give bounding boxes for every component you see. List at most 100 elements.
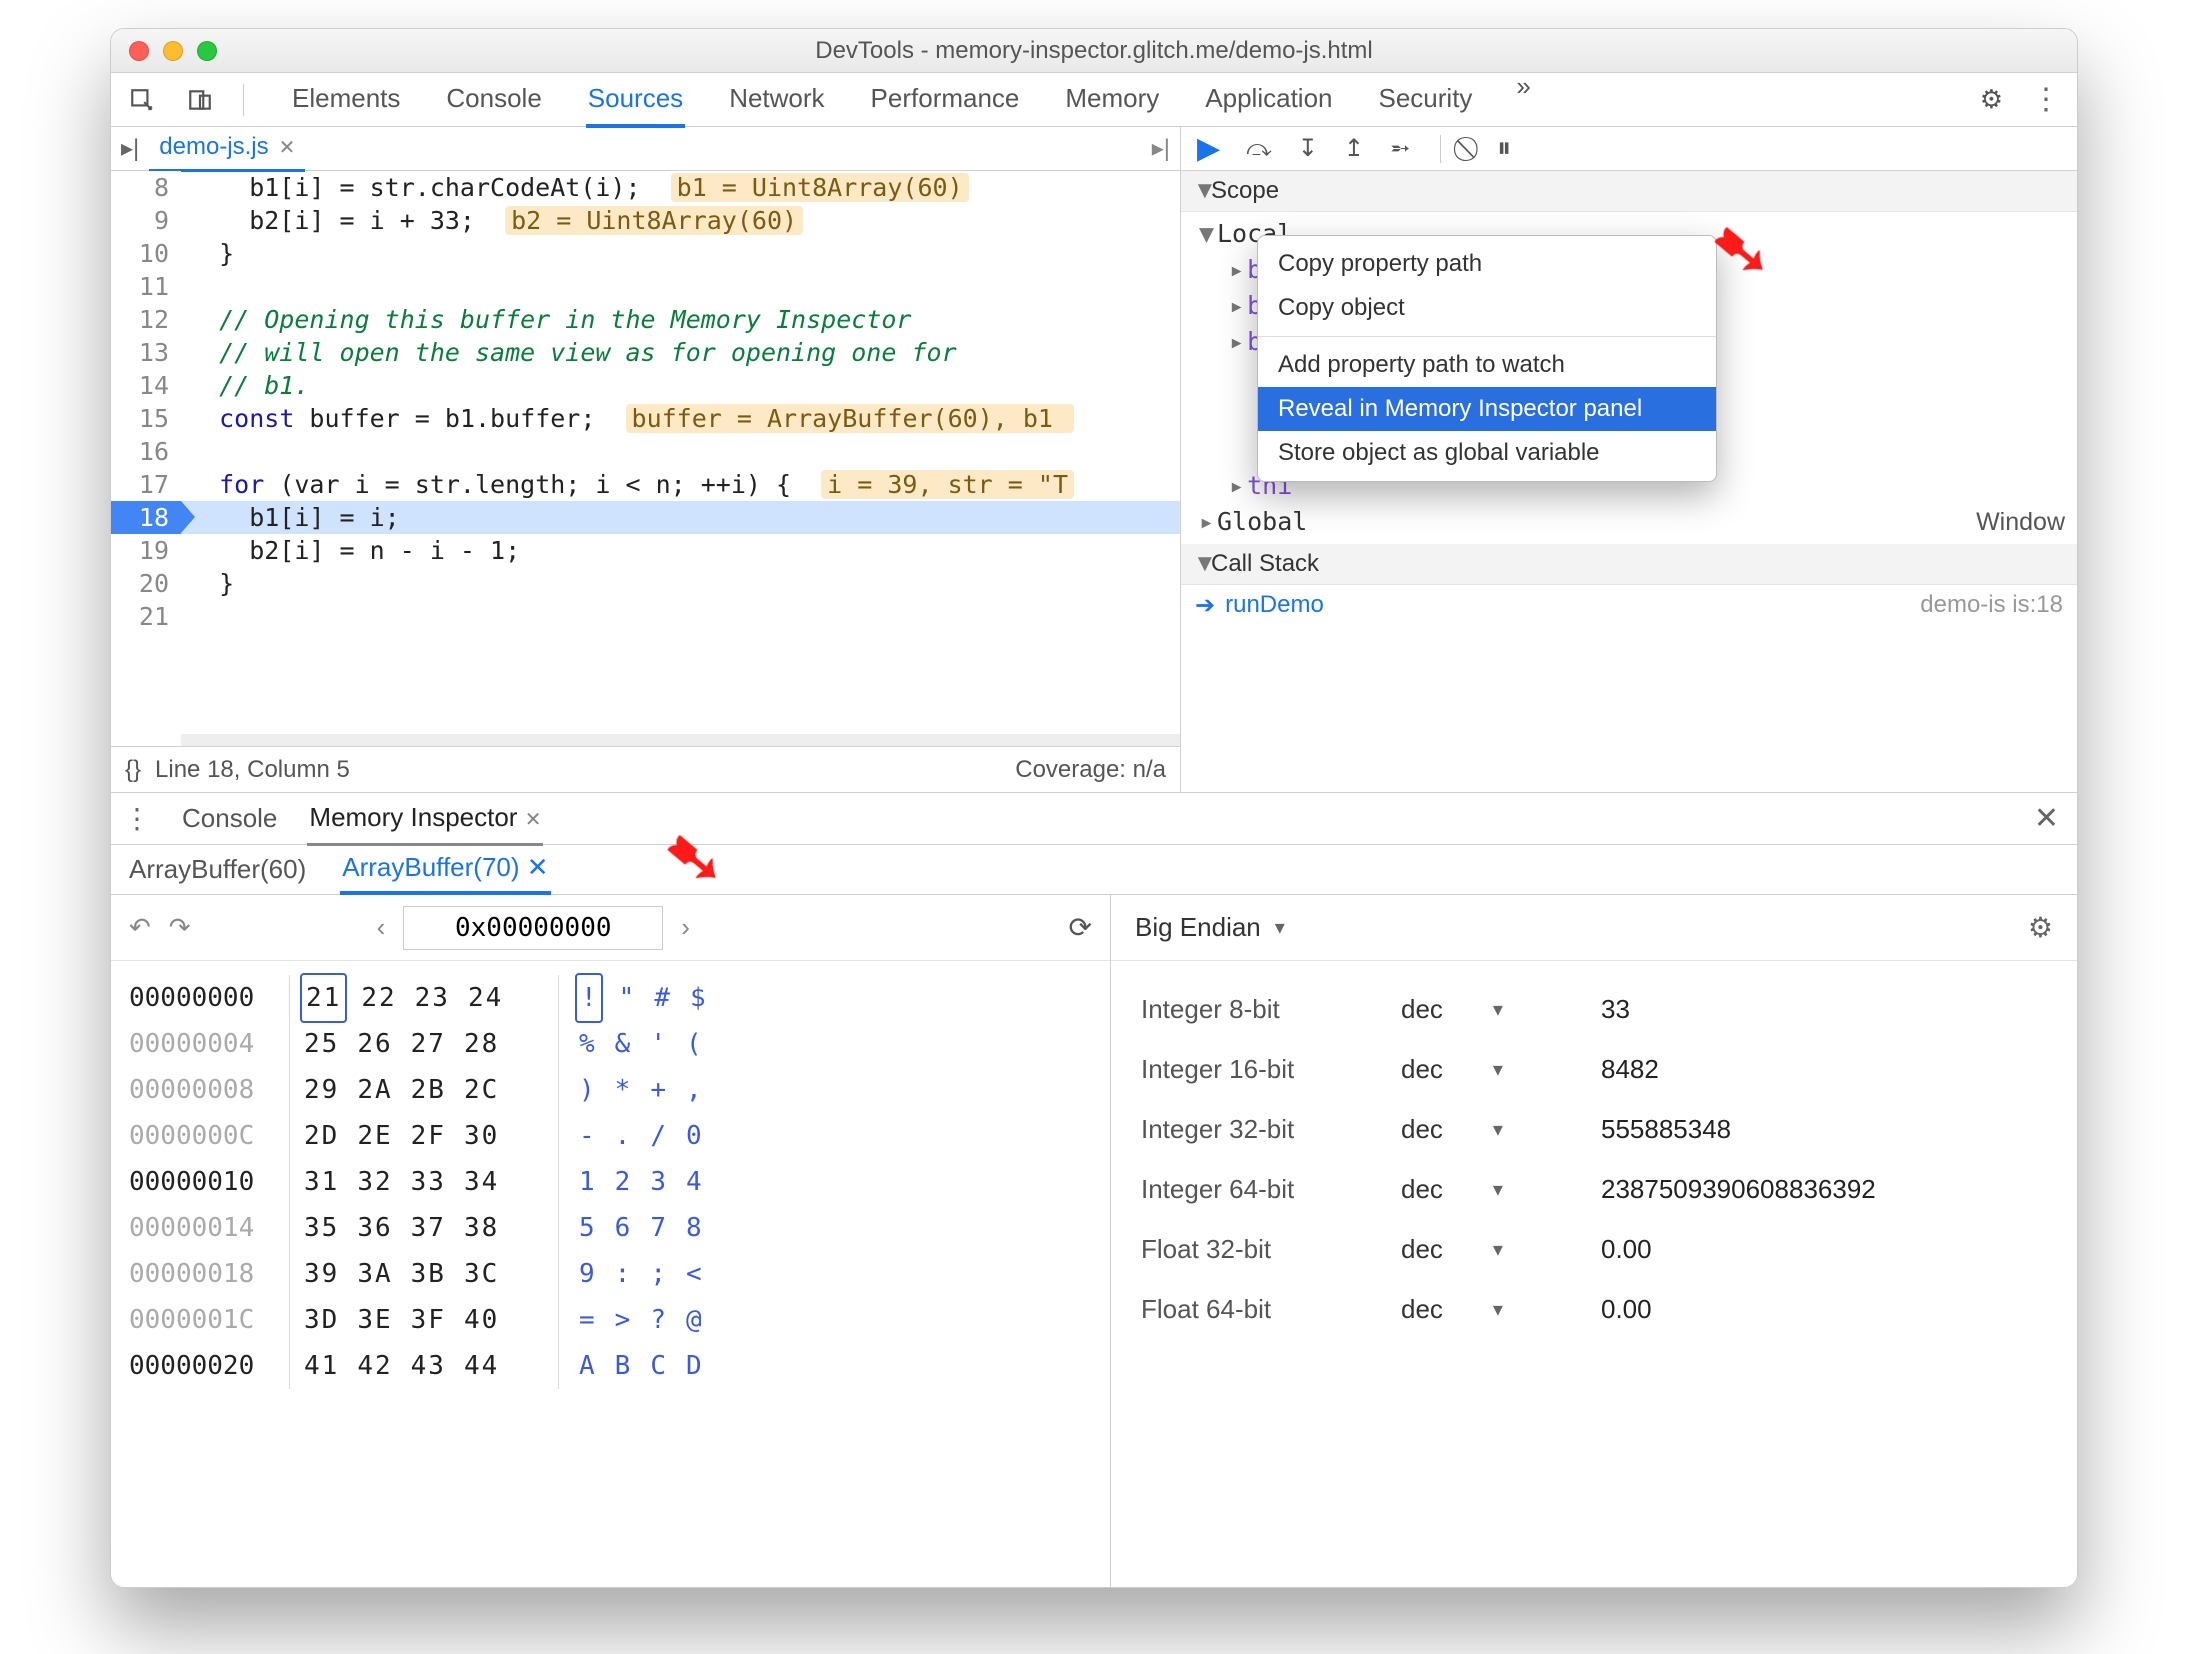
drawer-tabs: ⋮ Console Memory Inspector ✕ ✕ bbox=[111, 793, 2077, 845]
value-toolbar: Big Endian ▾ ⚙ bbox=[1111, 895, 2077, 961]
value-type-label: Integer 32-bit bbox=[1141, 1114, 1401, 1145]
refresh-icon[interactable]: ⟳ bbox=[1069, 911, 1092, 944]
pretty-print-icon[interactable]: {} bbox=[125, 756, 141, 784]
editor-hscrollbar[interactable] bbox=[181, 734, 1180, 746]
value-type-label: Float 32-bit bbox=[1141, 1234, 1401, 1265]
pointer-icon: ➔ bbox=[1195, 591, 1215, 620]
step-into-icon[interactable]: ↧ bbox=[1298, 134, 1318, 163]
settings-icon[interactable]: ⚙ bbox=[1980, 84, 2003, 115]
redo-icon[interactable]: ↷ bbox=[169, 912, 191, 943]
device-toolbar-icon[interactable] bbox=[185, 85, 215, 115]
menu-add-to-watch[interactable]: Add property path to watch bbox=[1258, 343, 1716, 387]
step-out-icon[interactable]: ↥ bbox=[1344, 134, 1364, 163]
close-subtab-icon[interactable]: ✕ bbox=[527, 852, 549, 882]
tab-network[interactable]: Network bbox=[727, 71, 826, 128]
context-menu: Copy property path Copy object Add prope… bbox=[1257, 235, 1717, 482]
value-number: 0.00 bbox=[1601, 1294, 1652, 1325]
editor-statusbar: {} Line 18, Column 5 Coverage: n/a bbox=[111, 746, 1180, 792]
step-over-icon[interactable]: ⤼ bbox=[1246, 135, 1272, 163]
devtools-window: DevTools - memory-inspector.glitch.me/de… bbox=[110, 28, 2078, 1588]
value-number: 555885348 bbox=[1601, 1114, 1731, 1145]
memory-inspector-subtabs: ArrayBuffer(60) ArrayBuffer(70) ✕ ➸ bbox=[111, 845, 2077, 895]
code-editor[interactable]: 8 b1[i] = str.charCodeAt(i); b1 = Uint8A… bbox=[111, 171, 1180, 734]
address-input[interactable]: 0x00000000 bbox=[403, 906, 663, 950]
hex-grid[interactable]: 0000000021222324!"#$0000000425262728%&'(… bbox=[111, 961, 1110, 1403]
subtab-arraybuffer-70[interactable]: ArrayBuffer(70) ✕ bbox=[340, 844, 550, 895]
cursor-position: Line 18, Column 5 bbox=[155, 756, 350, 784]
menu-reveal-memory-inspector[interactable]: Reveal in Memory Inspector panel bbox=[1258, 387, 1716, 431]
tabs-overflow-button[interactable]: » bbox=[1516, 71, 1530, 128]
address-bar: ↶ ↷ ‹ 0x00000000 › ⟳ bbox=[111, 895, 1110, 961]
tab-sources[interactable]: Sources bbox=[586, 71, 685, 128]
settings-icon[interactable]: ⚙ bbox=[2028, 911, 2053, 944]
sources-left-pane: ▸| demo-js.js ✕ ▸| 8 b1[i] = str.charCod… bbox=[111, 127, 1181, 792]
value-type-label: Integer 16-bit bbox=[1141, 1054, 1401, 1085]
coverage-status: Coverage: n/a bbox=[1015, 756, 1166, 784]
separator bbox=[243, 84, 244, 116]
inspect-element-icon[interactable] bbox=[127, 85, 157, 115]
value-number: 33 bbox=[1601, 994, 1630, 1025]
drawer-menu-icon[interactable]: ⋮ bbox=[123, 802, 152, 835]
debugger-controls: ▶ ⤼ ↧ ↥ ➵ ⃠ ⏸ bbox=[1181, 127, 2077, 171]
value-format-select[interactable]: dec▾ bbox=[1401, 1054, 1601, 1085]
value-format-select[interactable]: dec▾ bbox=[1401, 1234, 1601, 1265]
addr-prev-icon[interactable]: ‹ bbox=[377, 912, 386, 943]
value-number: 0.00 bbox=[1601, 1234, 1652, 1265]
close-file-tab-icon[interactable]: ✕ bbox=[279, 135, 296, 160]
value-format-select[interactable]: dec▾ bbox=[1401, 1294, 1601, 1325]
drawer: ⋮ Console Memory Inspector ✕ ✕ ArrayBuff… bbox=[111, 793, 2077, 1587]
value-number: 2387509390608836392 bbox=[1601, 1174, 1876, 1205]
main-split: ▸| demo-js.js ✕ ▸| 8 b1[i] = str.charCod… bbox=[111, 127, 2077, 793]
drawer-tab-console[interactable]: Console bbox=[180, 793, 279, 844]
menu-store-global[interactable]: Store object as global variable bbox=[1258, 431, 1716, 475]
value-format-select[interactable]: dec▾ bbox=[1401, 994, 1601, 1025]
tab-elements[interactable]: Elements bbox=[290, 71, 402, 128]
drawer-tab-memory-inspector[interactable]: Memory Inspector ✕ bbox=[307, 792, 543, 846]
endianness-select[interactable]: Big Endian bbox=[1135, 912, 1261, 943]
tab-console[interactable]: Console bbox=[444, 71, 543, 128]
file-tab-label: demo-js.js bbox=[159, 133, 268, 161]
tab-memory[interactable]: Memory bbox=[1063, 71, 1161, 128]
resume-icon[interactable]: ▶ bbox=[1197, 131, 1220, 166]
stack-frame-location: demo-is is:18 bbox=[1920, 591, 2063, 620]
menu-copy-property-path[interactable]: Copy property path bbox=[1258, 242, 1716, 286]
close-drawer-icon[interactable]: ✕ bbox=[2034, 801, 2059, 836]
callstack-header[interactable]: ▼Call Stack bbox=[1181, 544, 2077, 585]
main-tabs: Elements Console Sources Network Perform… bbox=[290, 71, 1952, 128]
run-snippet-icon[interactable]: ▸| bbox=[1152, 134, 1170, 163]
hex-pane: ↶ ↷ ‹ 0x00000000 › ⟳ 0000000021222324!"#… bbox=[111, 895, 1111, 1587]
value-type-label: Integer 8-bit bbox=[1141, 994, 1401, 1025]
navigator-toggle-icon[interactable]: ▸| bbox=[121, 134, 139, 163]
chevron-down-icon: ▾ bbox=[1275, 915, 1285, 940]
titlebar: DevTools - memory-inspector.glitch.me/de… bbox=[111, 29, 2077, 73]
value-type-label: Float 64-bit bbox=[1141, 1294, 1401, 1325]
menu-separator bbox=[1258, 336, 1716, 337]
scope-global[interactable]: ▸GlobalWindow bbox=[1199, 504, 2077, 540]
file-tab[interactable]: demo-js.js ✕ bbox=[149, 125, 305, 172]
value-format-select[interactable]: dec▾ bbox=[1401, 1114, 1601, 1145]
value-number: 8482 bbox=[1601, 1054, 1659, 1085]
kebab-menu-icon[interactable]: ⋮ bbox=[2031, 82, 2061, 117]
devtools-toolbar: Elements Console Sources Network Perform… bbox=[111, 73, 2077, 127]
step-icon[interactable]: ➵ bbox=[1390, 134, 1410, 163]
close-drawer-tab-icon[interactable]: ✕ bbox=[525, 809, 542, 831]
value-pane: Big Endian ▾ ⚙ Integer 8-bitdec▾33Intege… bbox=[1111, 895, 2077, 1587]
value-list: Integer 8-bitdec▾33Integer 16-bitdec▾848… bbox=[1111, 961, 2077, 1357]
memory-inspector-body: ↶ ↷ ‹ 0x00000000 › ⟳ 0000000021222324!"#… bbox=[111, 895, 2077, 1587]
debugger-sidebar: ▶ ⤼ ↧ ↥ ➵ ⃠ ⏸ ▼Scope ▼Local ▸b1: … ▸b2: … bbox=[1181, 127, 2077, 792]
scope-header[interactable]: ▼Scope bbox=[1181, 171, 2077, 212]
undo-icon[interactable]: ↶ bbox=[129, 912, 151, 943]
window-title: DevTools - memory-inspector.glitch.me/de… bbox=[111, 37, 2077, 65]
separator bbox=[1440, 135, 1441, 163]
tab-performance[interactable]: Performance bbox=[869, 71, 1022, 128]
tab-application[interactable]: Application bbox=[1203, 71, 1334, 128]
value-format-select[interactable]: dec▾ bbox=[1401, 1174, 1601, 1205]
menu-copy-object[interactable]: Copy object bbox=[1258, 286, 1716, 330]
stack-frame[interactable]: runDemo bbox=[1225, 591, 1324, 620]
pause-on-exceptions-icon[interactable]: ⏸ bbox=[1497, 132, 1511, 165]
tab-security[interactable]: Security bbox=[1377, 71, 1475, 128]
subtab-arraybuffer-60[interactable]: ArrayBuffer(60) bbox=[127, 846, 308, 893]
value-type-label: Integer 64-bit bbox=[1141, 1174, 1401, 1205]
file-tab-bar: ▸| demo-js.js ✕ ▸| bbox=[111, 127, 1180, 171]
addr-next-icon[interactable]: › bbox=[681, 912, 690, 943]
